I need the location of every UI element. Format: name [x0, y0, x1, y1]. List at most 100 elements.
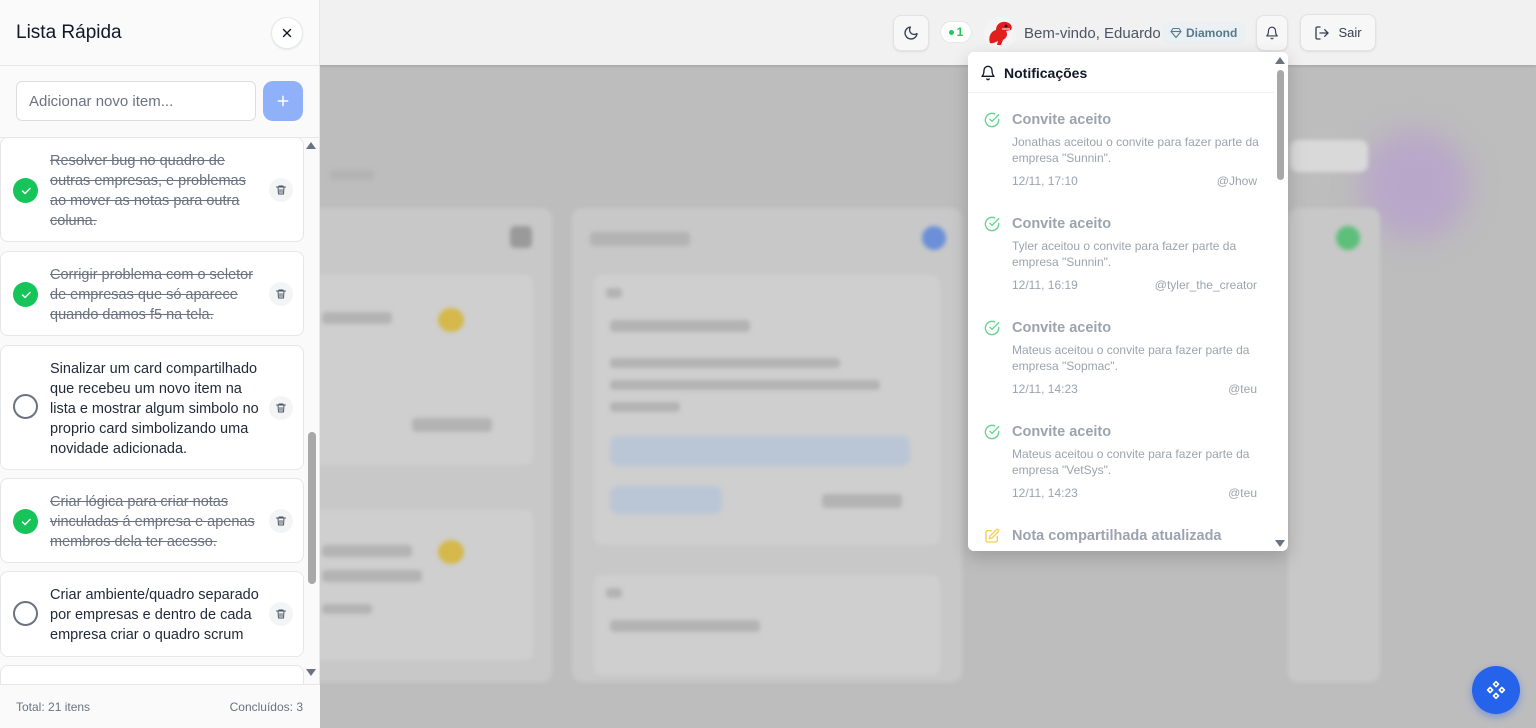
- notifications-scroll-down-arrow[interactable]: [1275, 540, 1285, 547]
- notification-title: Nota compartilhada atualizada: [1012, 528, 1222, 544]
- check-circle-icon: [984, 112, 1000, 128]
- trash-icon: [276, 609, 286, 619]
- bell-icon: [1266, 26, 1278, 40]
- item-text: Corrigir problema com o seletor de empre…: [50, 267, 254, 323]
- logout-button[interactable]: Sair: [1300, 14, 1376, 51]
- item-checkbox-checked[interactable]: [13, 509, 38, 534]
- check-circle-icon: [984, 216, 1000, 232]
- notification-item[interactable]: Convite aceito Jonathas aceitou o convit…: [968, 112, 1274, 202]
- list-item[interactable]: Criar lógica para criar notas vinculadas…: [0, 478, 304, 563]
- notifications-button[interactable]: [1256, 15, 1288, 51]
- check-icon: [21, 291, 31, 298]
- list-scrollbar[interactable]: [308, 432, 316, 584]
- card-line: [322, 545, 412, 557]
- plan-badge-label: Diamond: [1186, 26, 1238, 40]
- item-checkbox-checked[interactable]: [13, 282, 38, 307]
- filter-button: [1290, 140, 1368, 172]
- card-line: [610, 320, 750, 332]
- completed-count: Concluídos: 3: [229, 700, 303, 714]
- scroll-down-arrow[interactable]: [306, 669, 316, 676]
- edit-note-icon: [985, 528, 1000, 543]
- board-card: [305, 275, 533, 465]
- card-tag: [610, 486, 722, 514]
- item-text: Criar ambiente/quadro separado por empre…: [50, 587, 259, 643]
- close-drawer-button[interactable]: [271, 17, 303, 49]
- add-item-button[interactable]: [263, 81, 303, 121]
- scroll-up-arrow[interactable]: [306, 142, 316, 149]
- card-line: [822, 494, 902, 508]
- quick-list[interactable]: Resolver bug no quadro de outras empresa…: [0, 138, 320, 684]
- total-count: Total: 21 itens: [16, 700, 91, 714]
- online-dot-icon: [948, 29, 954, 35]
- notification-title: Convite aceito: [1012, 320, 1112, 336]
- trash-icon: [276, 185, 286, 195]
- item-text: Resolver bug no quadro de outras empresa…: [50, 153, 246, 229]
- notification-item[interactable]: Convite aceito Mateus aceitou o convite …: [968, 320, 1274, 410]
- notification-item[interactable]: Nota compartilhada atualizada: [968, 528, 1274, 551]
- item-checkbox-checked[interactable]: [13, 178, 38, 203]
- list-item[interactable]: Resolver bug no quadro de outras empresa…: [0, 138, 304, 242]
- card-line: [610, 620, 760, 632]
- online-count: 1: [956, 25, 964, 39]
- notification-date: 12/11, 16:19: [1012, 278, 1078, 292]
- list-item[interactable]: Criar ambiente/quadro separado por empre…: [0, 571, 304, 657]
- notifications-scroll-up-arrow[interactable]: [1275, 57, 1285, 64]
- list-item[interactable]: Sinalizar um card compartilhado que rece…: [0, 345, 304, 470]
- list-item[interactable]: Corrigir problema com o seletor de empre…: [0, 251, 304, 336]
- card-line: [412, 418, 492, 432]
- delete-item-button[interactable]: [269, 509, 293, 533]
- notification-title: Convite aceito: [1012, 424, 1112, 440]
- notifications-dropdown: Notificações Convite aceito Jonathas ace…: [968, 52, 1288, 551]
- notification-date: 12/11, 14:23: [1012, 382, 1078, 396]
- card-line: [610, 358, 840, 368]
- notification-item[interactable]: Convite aceito Tyler aceitou o convite p…: [968, 216, 1274, 306]
- note-dot: [438, 540, 464, 564]
- notification-user: @teu: [1228, 382, 1257, 396]
- notification-title: Convite aceito: [1012, 112, 1112, 128]
- notification-title: Convite aceito: [1012, 216, 1112, 232]
- logout-icon: [1315, 25, 1330, 40]
- online-users-badge[interactable]: 1: [940, 21, 972, 43]
- delete-item-button[interactable]: [269, 396, 293, 420]
- item-checkbox-unchecked[interactable]: [13, 601, 38, 626]
- delete-item-button[interactable]: [269, 178, 293, 202]
- new-item-input[interactable]: [16, 81, 256, 121]
- note-dot: [438, 308, 464, 332]
- item-text: Criar lógica para criar notas vinculadas…: [50, 494, 255, 550]
- welcome-text: Bem-vindo, Eduardo: [1024, 25, 1161, 42]
- floating-action-button[interactable]: [1472, 666, 1520, 714]
- list-item[interactable]: [0, 665, 304, 684]
- item-text: Sinalizar um card compartilhado que rece…: [50, 361, 259, 457]
- notification-item[interactable]: Convite aceito Mateus aceitou o convite …: [968, 424, 1274, 514]
- notification-user: @teu: [1228, 486, 1257, 500]
- user-avatar[interactable]: [984, 17, 1016, 49]
- notification-user: @Jhow: [1216, 174, 1257, 188]
- delete-item-button[interactable]: [269, 282, 293, 306]
- check-circle-icon: [984, 320, 1000, 336]
- notifications-scrollbar[interactable]: [1277, 70, 1284, 180]
- notification-user: @tyler_the_creator: [1154, 278, 1257, 292]
- card-line: [606, 288, 622, 298]
- dinosaur-avatar-icon: [989, 21, 1012, 45]
- drawer-title: Lista Rápida: [16, 22, 122, 43]
- notification-body: Tyler aceitou o convite para fazer parte…: [1012, 239, 1237, 269]
- card-line: [606, 588, 622, 598]
- notification-date: 12/11, 14:23: [1012, 486, 1078, 500]
- plan-badge: Diamond: [1162, 22, 1246, 44]
- item-checkbox-unchecked[interactable]: [13, 394, 38, 419]
- delete-item-button[interactable]: [269, 602, 293, 626]
- trash-icon: [276, 403, 286, 413]
- quick-list-drawer: Lista Rápida Resolver bug no quadro de o…: [0, 0, 320, 728]
- board-column: [1288, 208, 1380, 682]
- column-badge: [1336, 226, 1360, 250]
- logout-label: Sair: [1338, 25, 1362, 40]
- column-title: [590, 232, 690, 246]
- board-label: [330, 170, 374, 180]
- check-circle-icon: [984, 424, 1000, 440]
- card-tag: [610, 436, 910, 466]
- moon-icon: [904, 26, 918, 40]
- board-card: [305, 510, 533, 660]
- notification-body: Mateus aceitou o convite para fazer part…: [1012, 447, 1250, 477]
- card-line: [610, 402, 680, 412]
- theme-toggle-button[interactable]: [893, 15, 929, 51]
